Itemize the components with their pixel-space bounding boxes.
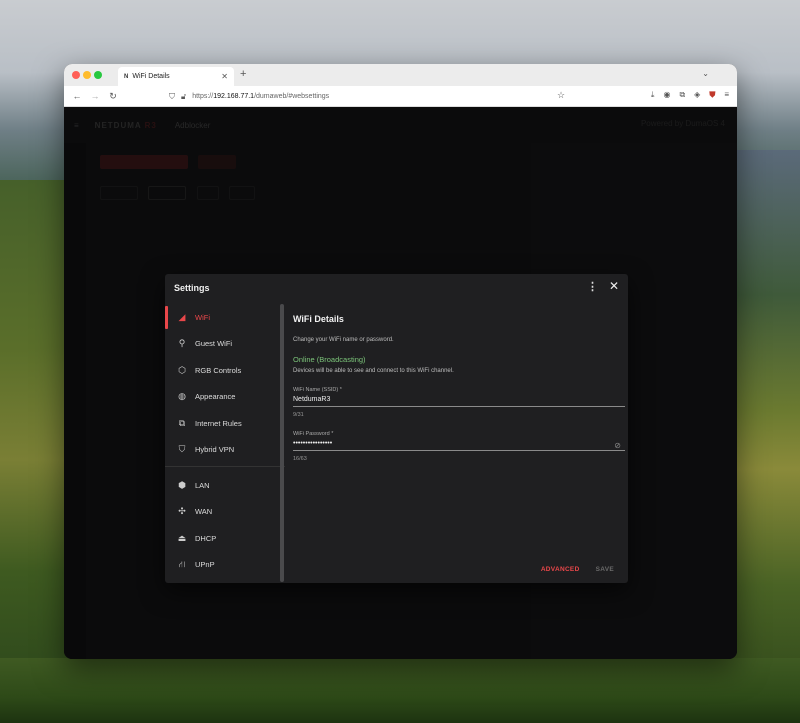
status-text: Online (Broadcasting) (293, 355, 366, 364)
menu-item-label: WiFi (195, 312, 210, 322)
menu-item-label: Hybrid VPN (195, 445, 235, 455)
bookmark-star-icon[interactable]: ☆ (557, 90, 565, 101)
menu-item-internet-rules[interactable]: ⧉ Internet Rules (165, 410, 285, 437)
password-char-count: 16/63 (293, 456, 307, 462)
maximize-window-button[interactable] (94, 71, 102, 79)
router-app: ≡ NETDUMA R3 Adblocker Powered by DumaOS… (64, 107, 737, 659)
shield-icon: ⛉ (178, 444, 186, 455)
ssid-input[interactable]: NetdumaR3 (293, 396, 625, 407)
toolbar-icons: ⤓ ◉ ⧉ ◈ ⛊ ≡ (651, 90, 729, 100)
menu-item-dhcp[interactable]: ⏏ DHCP (165, 525, 285, 552)
url-bar: ← → ↻ ⛉ 🔓︎ https:// 192.168.77.1 /dumawe… (64, 86, 737, 107)
menu-item-label: LAN (195, 480, 210, 490)
settings-menu: ◢ WiFi ⚲ Guest WiFi ⬡ RGB Controls ◍ App… (165, 304, 285, 583)
browser-window: N WiFi Details ✕ + ⌄ ← → ↻ ⛉ 🔓︎ https://… (64, 64, 737, 659)
settings-dialog: Settings ⋮ ✕ ◢ WiFi ⚲ Guest WiFi ⬡ RGB C… (165, 274, 628, 583)
desktop-background-bottom (0, 658, 800, 723)
downloads-icon[interactable]: ⤓ (651, 90, 655, 100)
extensions-icon[interactable]: ⧉ (679, 90, 685, 100)
extension-icon[interactable]: ◈ (694, 90, 700, 100)
advanced-button[interactable]: ADVANCED (541, 566, 580, 573)
wan-icon: ✣ (178, 506, 186, 517)
menu-item-rgb-controls[interactable]: ⬡ RGB Controls (165, 357, 285, 384)
ublock-icon[interactable]: ⛊ (709, 90, 715, 100)
menu-item-hybrid-vpn[interactable]: ⛉ Hybrid VPN (165, 437, 285, 464)
menu-item-lan[interactable]: ⬢ LAN (165, 472, 285, 499)
menu-item-upnp[interactable]: ⛙ UPnP (165, 552, 285, 579)
wifi-icon: ◢ (178, 311, 186, 322)
new-tab-icon[interactable]: + (240, 68, 246, 80)
back-icon[interactable]: ← (72, 91, 82, 101)
minimize-window-button[interactable] (83, 71, 91, 79)
menu-scrollbar[interactable] (280, 304, 284, 582)
menu-icon[interactable]: ≡ (724, 90, 729, 100)
chevron-down-icon[interactable]: ⌄ (702, 69, 709, 78)
url-host: 192.168.77.1 (213, 93, 255, 100)
upnp-icon: ⛙ (178, 558, 186, 569)
more-options-icon[interactable]: ⋮ (587, 280, 598, 293)
close-icon[interactable]: ✕ (609, 279, 619, 293)
palette-icon: ◍ (178, 391, 186, 402)
dialog-title: Settings (174, 283, 210, 293)
menu-item-label: Internet Rules (195, 418, 242, 428)
shield-icon: ⛉ (169, 91, 175, 101)
favicon-icon: N (124, 73, 129, 80)
dialog-header: Settings ⋮ ✕ (165, 274, 628, 300)
menu-item-label: UPnP (195, 560, 215, 570)
account-icon[interactable]: ◉ (663, 90, 670, 100)
forward-icon[interactable]: → (90, 91, 100, 101)
password-label: WiFi Password * (293, 431, 334, 437)
internet-rules-icon: ⧉ (178, 417, 186, 428)
dialog-actions: ADVANCED SAVE (541, 566, 614, 573)
ssid-label: WiFi Name (SSID) * (293, 387, 342, 393)
menu-item-wifi[interactable]: ◢ WiFi (165, 304, 285, 331)
menu-item-label: DHCP (195, 533, 217, 543)
close-window-button[interactable] (72, 71, 80, 79)
lan-icon: ⬢ (178, 479, 186, 490)
menu-item-wan[interactable]: ✣ WAN (165, 499, 285, 526)
desktop-background-right (730, 150, 800, 723)
address-field[interactable]: ⛉ 🔓︎ https:// 192.168.77.1 /dumaweb/#web… (169, 89, 574, 104)
ssid-field: WiFi Name (SSID) * NetdumaR3 9/31 (293, 387, 625, 418)
menu-item-label: WAN (195, 507, 213, 517)
url-prefix: https:// (192, 93, 214, 100)
url-path: /dumaweb/#websettings (254, 93, 330, 100)
dhcp-icon: ⏏ (177, 532, 187, 543)
status-description: Devices will be able to see and connect … (293, 368, 454, 374)
save-button[interactable]: SAVE (596, 566, 614, 573)
tab-title: WiFi Details (132, 73, 170, 80)
wifi-details-panel: WiFi Details Change your WiFi name or pa… (293, 304, 625, 583)
menu-item-appearance[interactable]: ◍ Appearance (165, 384, 285, 411)
eye-off-icon[interactable]: ⊘ (614, 441, 621, 450)
reload-icon[interactable]: ↻ (108, 91, 118, 102)
lock-icon: 🔓︎ (181, 91, 187, 101)
guest-wifi-icon: ⚲ (178, 338, 186, 349)
menu-item-guest-wifi[interactable]: ⚲ Guest WiFi (165, 331, 285, 358)
menu-item-label: Appearance (195, 392, 236, 402)
panel-description: Change your WiFi name or password. (293, 337, 394, 343)
rgb-icon: ⬡ (178, 364, 186, 375)
ssid-char-count: 9/31 (293, 412, 304, 418)
browser-tab[interactable]: N WiFi Details ✕ (118, 67, 234, 86)
panel-title: WiFi Details (293, 314, 344, 324)
menu-item-label: RGB Controls (195, 365, 242, 375)
tab-bar: N WiFi Details ✕ + ⌄ (64, 64, 737, 86)
password-field: WiFi Password * •••••••••••••••• ⊘ 16/63 (293, 431, 625, 462)
tab-close-icon[interactable]: ✕ (221, 72, 228, 81)
password-input[interactable]: •••••••••••••••• (293, 440, 625, 451)
menu-item-label: Guest WiFi (195, 339, 233, 349)
menu-divider (165, 466, 285, 467)
desktop-background-left (0, 180, 70, 723)
